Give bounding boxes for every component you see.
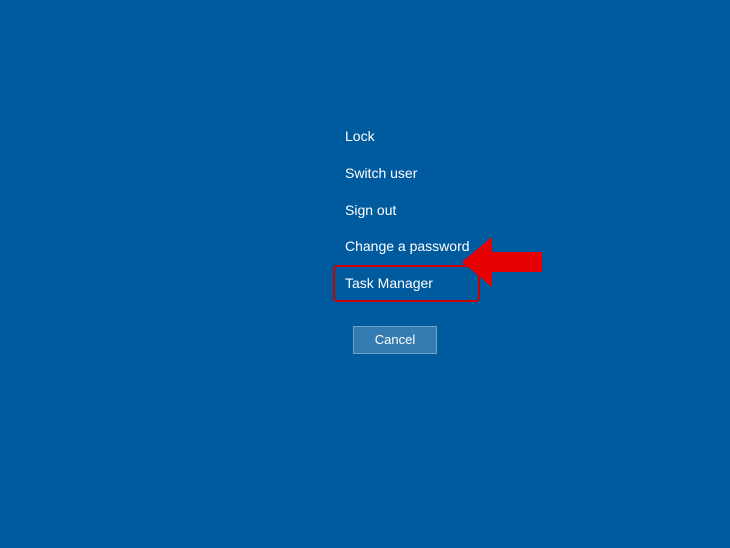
menu-item-label: Lock xyxy=(345,128,375,144)
cancel-button[interactable]: Cancel xyxy=(353,326,437,354)
menu-item-lock[interactable]: Lock xyxy=(335,118,480,155)
menu-item-task-manager[interactable]: Task Manager xyxy=(333,265,480,302)
annotation-arrow-icon xyxy=(462,232,542,292)
menu-item-label: Change a password xyxy=(345,238,470,254)
menu-item-label: Sign out xyxy=(345,202,396,218)
menu-item-sign-out[interactable]: Sign out xyxy=(335,192,480,229)
menu-item-switch-user[interactable]: Switch user xyxy=(335,155,480,192)
menu-item-label: Switch user xyxy=(345,165,417,181)
menu-item-label: Task Manager xyxy=(345,275,433,291)
menu-item-change-password[interactable]: Change a password xyxy=(335,228,480,265)
cancel-button-label: Cancel xyxy=(375,332,415,347)
security-options-menu: Lock Switch user Sign out Change a passw… xyxy=(335,118,480,354)
